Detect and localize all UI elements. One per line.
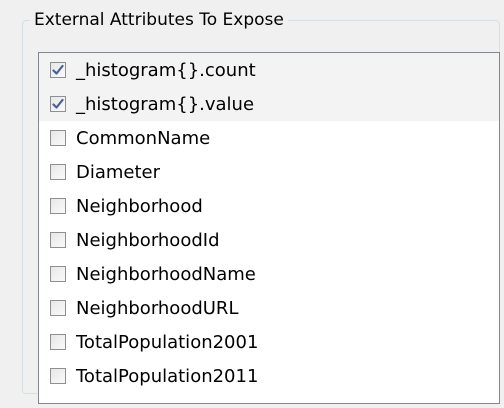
attribute-label: NeighborhoodId	[76, 229, 220, 251]
checkbox[interactable]	[50, 334, 66, 350]
list-item[interactable]: _histogram{}.count	[39, 53, 499, 87]
list-item[interactable]: _histogram{}.value	[39, 87, 499, 121]
list-item[interactable]: Diameter	[39, 155, 499, 189]
attribute-label: NeighborhoodName	[76, 263, 256, 285]
checkbox[interactable]	[50, 232, 66, 248]
checkbox[interactable]	[50, 198, 66, 214]
checkbox[interactable]	[50, 266, 66, 282]
checkbox[interactable]	[50, 96, 66, 112]
attribute-label: TotalPopulation2011	[76, 365, 259, 387]
checkbox[interactable]	[50, 130, 66, 146]
checkmark-icon	[52, 64, 64, 76]
checkbox[interactable]	[50, 164, 66, 180]
list-item[interactable]: TotalPopulation2011	[39, 359, 499, 393]
list-item[interactable]: NeighborhoodName	[39, 257, 499, 291]
checkbox[interactable]	[50, 62, 66, 78]
attribute-label: _histogram{}.value	[76, 93, 255, 115]
attribute-label: TotalPopulation2001	[76, 331, 259, 353]
groupbox-title: External Attributes To Expose	[30, 8, 288, 32]
attribute-checklist[interactable]: _histogram{}.count _histogram{}.value Co…	[38, 52, 500, 404]
list-item[interactable]: CommonName	[39, 121, 499, 155]
attribute-label: _histogram{}.count	[76, 59, 256, 81]
list-item[interactable]: NeighborhoodURL	[39, 291, 499, 325]
checkbox[interactable]	[50, 300, 66, 316]
attribute-label: Neighborhood	[76, 195, 203, 217]
checkbox[interactable]	[50, 368, 66, 384]
list-item[interactable]: TotalPopulation2001	[39, 325, 499, 359]
list-item[interactable]: Neighborhood	[39, 189, 499, 223]
checkmark-icon	[52, 98, 64, 110]
attribute-label: CommonName	[76, 127, 211, 149]
attribute-label: NeighborhoodURL	[76, 297, 239, 319]
attribute-label: Diameter	[76, 161, 161, 183]
list-item[interactable]: NeighborhoodId	[39, 223, 499, 257]
